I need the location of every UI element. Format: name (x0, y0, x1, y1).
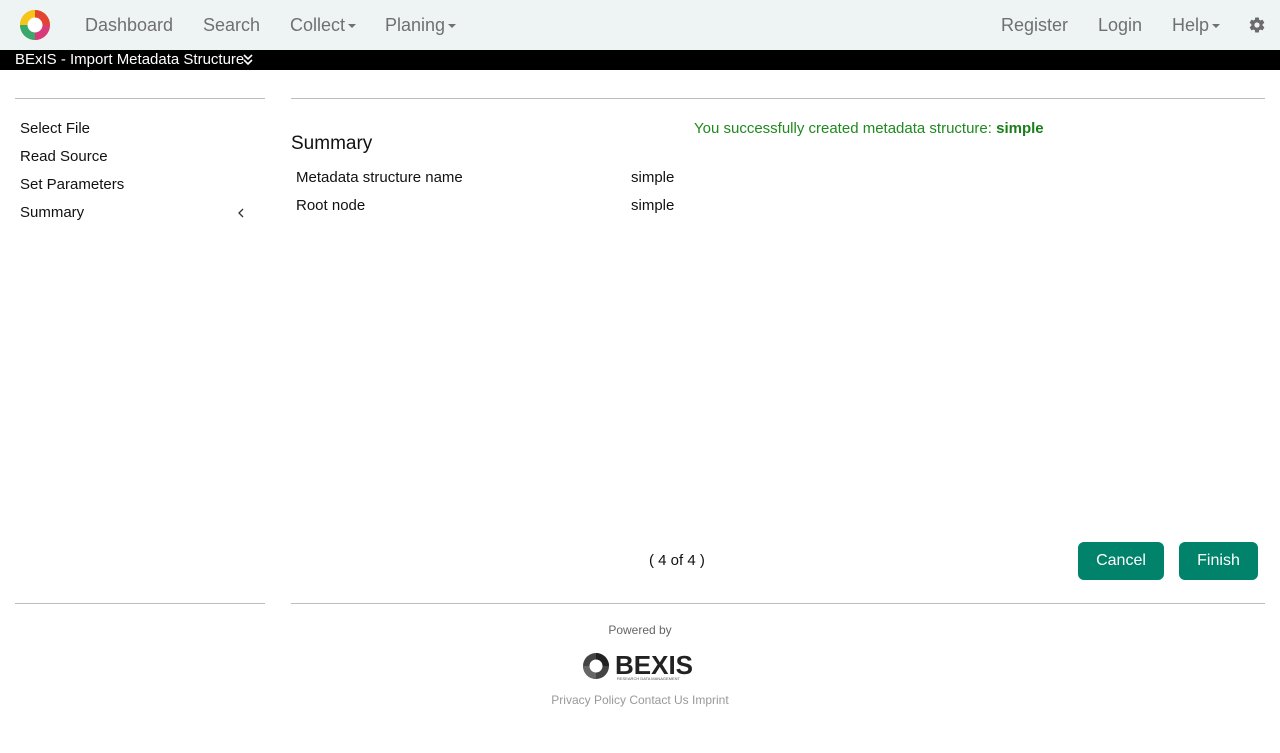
section-title: Summary (291, 133, 373, 154)
sidebar-item-select-file[interactable]: Select File (20, 119, 90, 139)
footer-link-contact-us[interactable]: Contact Us (629, 693, 688, 707)
powered-by-label: Powered by (608, 623, 672, 637)
nav-planing-label: Planing (385, 15, 446, 35)
sidebar-top-divider (15, 98, 265, 99)
main-top-divider (291, 98, 1265, 99)
app-logo-icon[interactable] (19, 9, 51, 41)
summary-label-root-node: Root node (296, 197, 366, 214)
step-pager: ( 4 of 4 ) (649, 552, 705, 569)
nav-planing[interactable]: Planing (385, 0, 457, 50)
caret-down-icon (448, 24, 457, 29)
footer-link-privacy-policy[interactable]: Privacy Policy (551, 693, 626, 707)
page-title: BExIS - Import Metadata Structure (15, 51, 245, 68)
chevron-left-icon (238, 208, 244, 218)
nav-search[interactable]: Search (203, 0, 260, 50)
footer-links: Privacy Policy Contact Us Imprint (0, 693, 1280, 707)
summary-value-root-node: simple (631, 197, 675, 214)
success-message: You successfully created metadata struct… (694, 120, 1044, 137)
nav-login[interactable]: Login (1098, 0, 1142, 50)
sidebar-item-read-source[interactable]: Read Source (20, 147, 108, 167)
double-chevron-down-icon[interactable] (243, 53, 253, 67)
caret-down-icon (348, 24, 357, 29)
sidebar-item-summary[interactable]: Summary (20, 203, 84, 223)
nav-help-label: Help (1172, 15, 1210, 35)
main-bottom-divider (291, 603, 1265, 604)
footer-link-imprint[interactable]: Imprint (692, 693, 729, 707)
success-prefix: You successfully created metadata struct… (694, 120, 992, 137)
summary-label-structure-name: Metadata structure name (296, 169, 463, 186)
sidebar-bottom-divider (15, 603, 265, 604)
caret-down-icon (1212, 24, 1221, 29)
page-title-bar[interactable]: BExIS - Import Metadata Structure (0, 50, 1280, 70)
nav-collect-label: Collect (290, 15, 346, 35)
gear-icon[interactable] (1248, 16, 1266, 34)
bexis-logo-icon[interactable]: BEXIS RESEARCH DATA MANAGEMENT (582, 650, 697, 682)
nav-register[interactable]: Register (1001, 0, 1068, 50)
sidebar-item-set-parameters[interactable]: Set Parameters (20, 175, 124, 195)
cancel-button[interactable]: Cancel (1078, 542, 1164, 580)
nav-collect[interactable]: Collect (290, 0, 357, 50)
finish-button[interactable]: Finish (1179, 542, 1258, 580)
success-structure-name: simple (996, 120, 1044, 137)
top-navbar: Dashboard Search Collect Planing Registe… (0, 0, 1280, 50)
nav-dashboard[interactable]: Dashboard (85, 0, 173, 50)
nav-help[interactable]: Help (1172, 0, 1221, 50)
bexis-logo-subtext: RESEARCH DATA MANAGEMENT (617, 676, 681, 681)
summary-value-structure-name: simple (631, 169, 675, 186)
